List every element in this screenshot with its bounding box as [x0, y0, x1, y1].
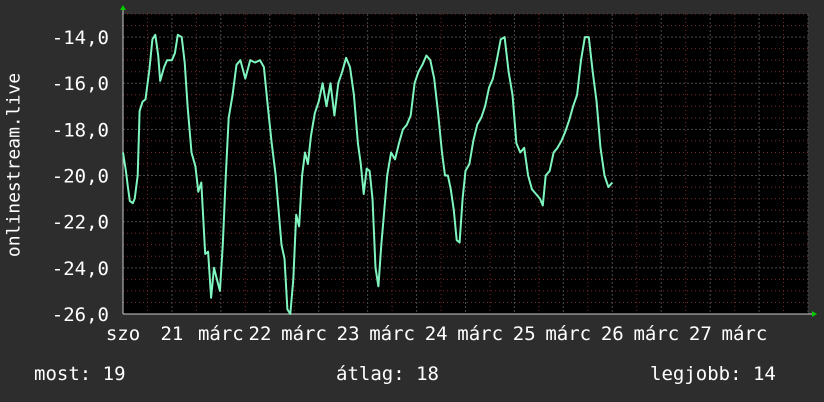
x-tick-label: márc — [457, 323, 503, 345]
x-tick-label: 24 — [425, 323, 448, 345]
y-tick-label: -26,0 — [52, 304, 109, 326]
x-tick-label: 23 — [337, 323, 360, 345]
x-axis-arrow-icon — [812, 311, 817, 317]
y-tick-label: -18,0 — [52, 119, 109, 141]
y-tick-label: -16,0 — [52, 73, 109, 95]
stat-now: most: 19 — [34, 363, 126, 385]
chart-panel: -14,0 -16,0 -18,0 -20,0 -22,0 -24,0 -26,0 szo 21… — [0, 0, 824, 402]
x-tick-label: 21 — [160, 323, 183, 345]
stat-average: átlag: 18 — [336, 363, 439, 385]
y-axis-arrow-icon — [120, 5, 126, 10]
x-tick-label: 27 — [689, 323, 712, 345]
x-tick-label: márc — [198, 323, 244, 345]
y-tick-label: -22,0 — [52, 212, 109, 234]
y-tick-label: -20,0 — [52, 166, 109, 188]
x-tick-label: 26 — [601, 323, 624, 345]
x-tick-label: márc — [545, 323, 591, 345]
y-tick-label: -14,0 — [52, 27, 109, 49]
x-tick-label: 22 — [249, 323, 272, 345]
x-tick-label: márc — [369, 323, 415, 345]
y-axis-label: onlinestream.live — [3, 72, 25, 258]
line-chart: -14,0 -16,0 -18,0 -20,0 -22,0 -24,0 -26,0szo 21… — [52, 5, 817, 345]
x-tick-label: márc — [281, 323, 327, 345]
stat-best: legjobb: 14 — [650, 363, 776, 385]
x-tick-label: szo — [106, 323, 140, 345]
x-tick-label: márc — [722, 323, 768, 345]
x-tick-label: márc — [633, 323, 679, 345]
x-tick-label: 25 — [513, 323, 536, 345]
y-tick-label: -24,0 — [52, 258, 109, 280]
